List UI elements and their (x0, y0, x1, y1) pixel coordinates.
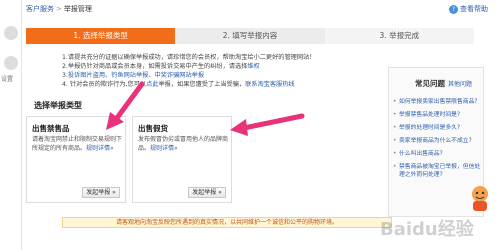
report-button[interactable]: 发起举报 » (82, 187, 120, 198)
step-2: 2. 填写举报内容 (175, 28, 325, 44)
hotline-link[interactable]: 联系淘宝客服热线 (245, 81, 295, 88)
step-indicator: 1. 选择举报类型 2. 填写举报内容 3. 举报完成 (26, 28, 474, 44)
step-1: 1. 选择举报类型 (26, 28, 176, 44)
breadcrumb-separator: > (56, 5, 62, 13)
rules-link[interactable]: 规则详情» (150, 145, 178, 152)
card-description: 发布假冒伪劣或冒用他人的品牌商品。规则详情» (138, 136, 229, 152)
rights-link[interactable]: 维权 (247, 63, 259, 70)
faq-item[interactable]: 什么叫出售商品? (393, 150, 485, 158)
faq-item[interactable]: 卖家举报商品为什么不成立? (393, 137, 485, 145)
notice-bar: 请客观地向淘宝反映您所遇到的真实情况，以共同维护一个诚信和公平的购物环境。 (62, 217, 392, 228)
breadcrumb-home[interactable]: 客户服务 (26, 5, 54, 13)
help-label: 查看帮助 (460, 5, 488, 13)
left-rail: 设置 (0, 0, 22, 250)
breadcrumb-current: 举报管理 (63, 5, 92, 13)
faq-list: 如何举报卖家出售禁限售商品? 举报禁售品处理时间是? 举报的处理时间是多久? 卖… (393, 98, 485, 184)
card-description: 请着淘宝网禁止和限制交易规则下所规定的所有商品。规则详情» (32, 136, 123, 152)
note-2: 2.举报仍针对商品或会员本身，如需投诉交易中产生的纠纷，请选择维权 (62, 63, 260, 70)
faq-title: 常见问题 其他问题 (415, 79, 473, 88)
mascot-icon (472, 186, 488, 211)
rules-link[interactable]: 规则详情» (86, 145, 114, 152)
note-1: 1.请提共充分的证据以确保举报成功，请珍惜您的会员权，帮助淘宝给小二更好的管理网… (62, 54, 316, 61)
faq-item[interactable]: 举报禁售品处理时间是? (393, 111, 485, 119)
watermark: Baidu经验 (380, 219, 474, 240)
report-button[interactable]: 发起举报 » (188, 187, 226, 198)
step-3: 3. 举报完成 (324, 28, 474, 44)
section-title: 选择举报类型 (34, 101, 82, 110)
faq-item[interactable]: 举报的处理时间是多久? (393, 124, 485, 132)
card-title: 出售禁售品 (32, 124, 70, 133)
faq-item[interactable]: 如何举报卖家出售禁限售商品? (393, 98, 485, 106)
faq-more-link[interactable]: 其他问题 (448, 81, 472, 88)
rail-label: 设置 (1, 76, 14, 83)
faq-item[interactable]: 禁售商品被淘宝已举报，但信处理之外而何处理? (393, 163, 485, 179)
pointer-arrow-icon (106, 81, 145, 130)
settings-icon[interactable] (4, 56, 18, 70)
help-link[interactable]: ? 查看帮助 (449, 4, 488, 14)
help-icon: ? (449, 4, 458, 14)
pointer-arrow-icon (230, 113, 305, 136)
user-icon[interactable] (4, 26, 18, 40)
breadcrumb: 客户服务 > 举报管理 (26, 4, 92, 14)
